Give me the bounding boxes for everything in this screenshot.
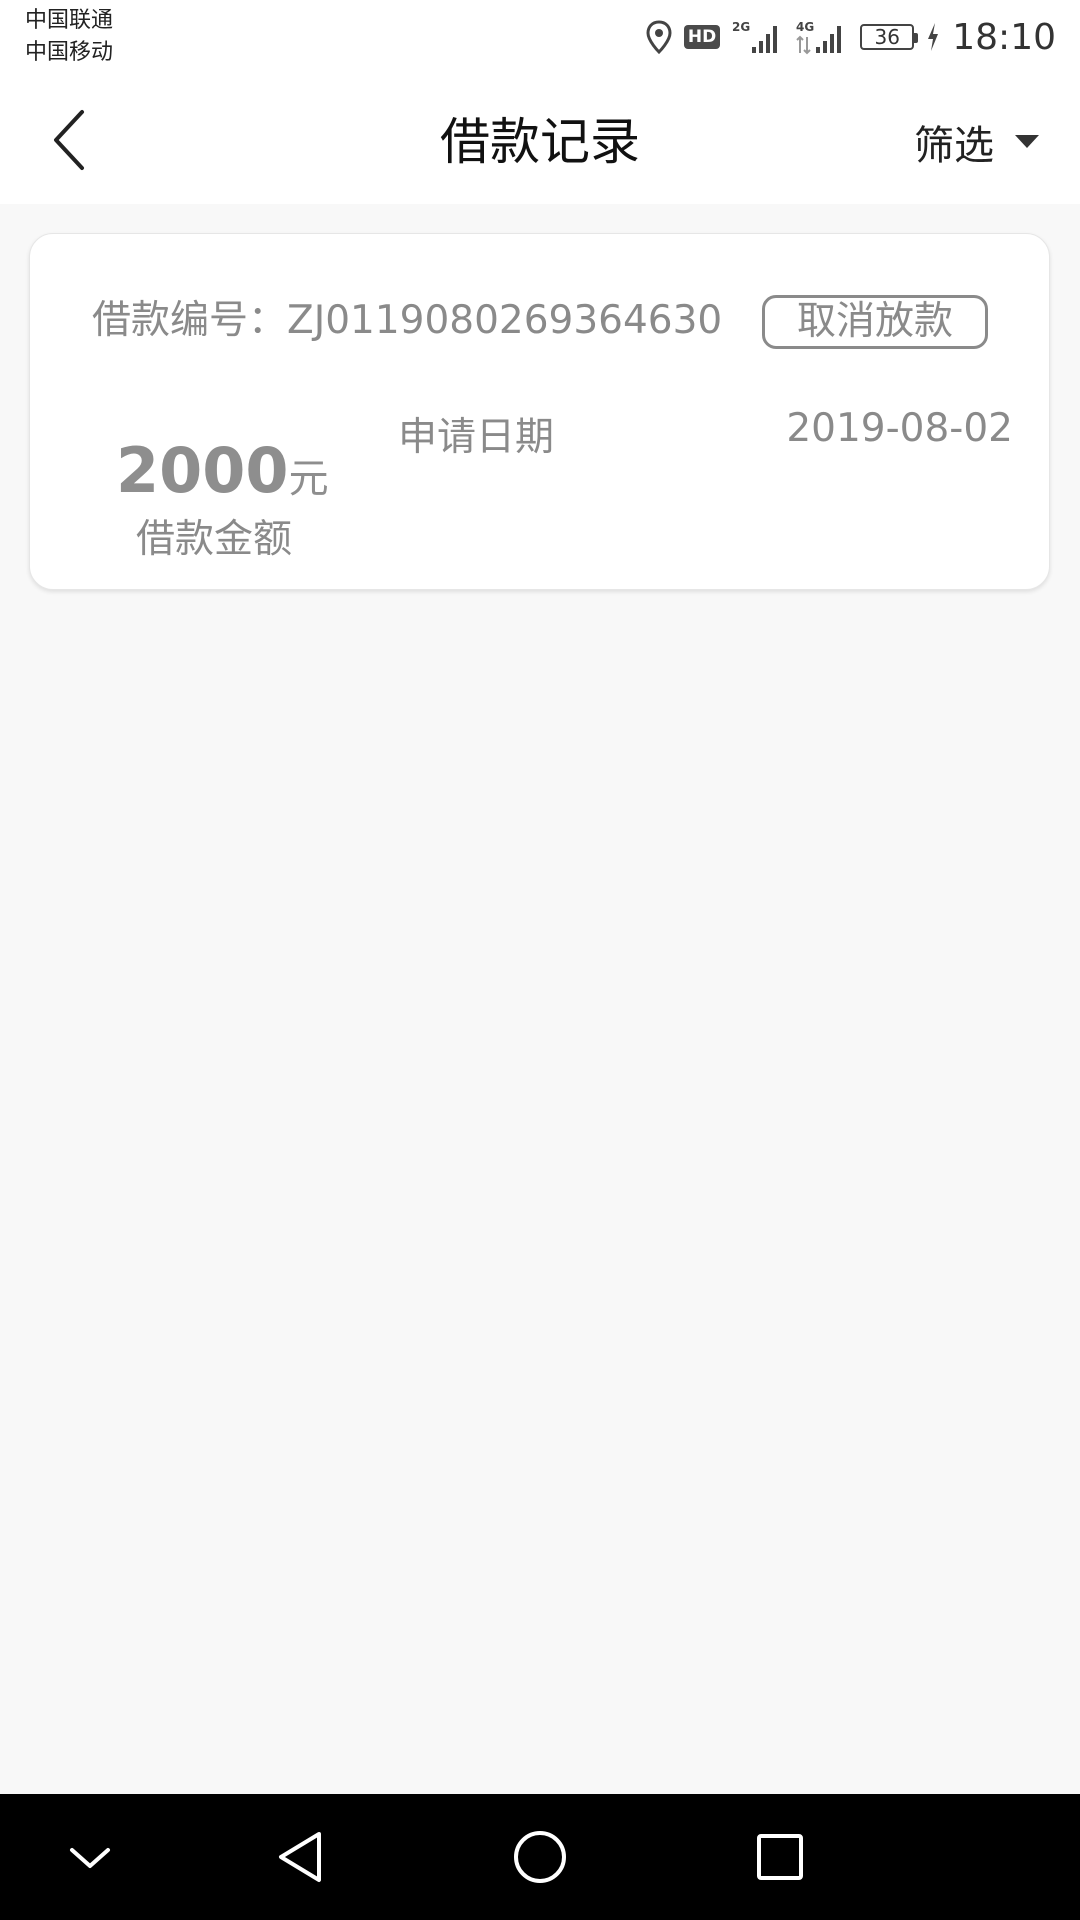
caret-down-icon	[1015, 135, 1039, 148]
system-nav-bar	[0, 1794, 1080, 1920]
signal-2g-icon: 2G	[732, 19, 784, 55]
system-recents-button[interactable]	[745, 1822, 815, 1892]
battery-icon: 36	[860, 24, 919, 50]
loan-amount-unit: 元	[288, 456, 329, 502]
net-type-4g: 4G	[796, 20, 814, 34]
system-home-button[interactable]	[505, 1822, 575, 1892]
loan-amount-value: 2000	[116, 434, 289, 507]
home-circle-icon	[514, 1831, 566, 1883]
collapse-nav-button[interactable]	[55, 1822, 125, 1892]
clock: 18:10	[952, 16, 1056, 58]
apply-date-value: 2019-08-02	[786, 406, 1013, 451]
status-icons: HD 2G 4G 36 18:10	[646, 12, 1056, 62]
loan-records-screen: 中国联通 中国移动 HD 2G 4G 36 18:10 借款记录 筛选 借款编号…	[0, 0, 1080, 1920]
filter-button[interactable]: 筛选	[914, 110, 1040, 174]
charging-icon	[926, 22, 940, 52]
hd-icon: HD	[683, 25, 721, 49]
filter-label: 筛选	[914, 123, 994, 169]
signal-4g-icon: 4G	[796, 19, 848, 55]
system-back-button[interactable]	[265, 1822, 335, 1892]
loan-number-label: 借款编号：	[92, 298, 288, 343]
apply-date-label: 申请日期	[398, 415, 555, 460]
back-triangle-icon	[279, 1832, 321, 1882]
battery-level: 36	[874, 25, 900, 49]
loan-number: 借款编号：ZJ0119080269364630	[92, 296, 722, 346]
carrier-2: 中国移动	[25, 40, 114, 65]
net-type-2g: 2G	[732, 20, 750, 34]
loan-amount-label: 借款金额	[136, 517, 293, 562]
recents-square-icon	[757, 1834, 803, 1880]
loan-record-card[interactable]: 借款编号：ZJ0119080269364630 取消放款 2000元 借款金额 …	[29, 233, 1050, 590]
loan-number-value: ZJ0119080269364630	[287, 298, 723, 343]
cancel-disbursement-button[interactable]: 取消放款	[762, 295, 988, 349]
loan-amount: 2000元	[116, 434, 329, 507]
header-bar: 借款记录 筛选	[0, 80, 1080, 204]
collapse-chevron-icon	[70, 1848, 110, 1868]
location-icon	[646, 20, 672, 54]
status-bar: 中国联通 中国移动 HD 2G 4G 36 18:10	[0, 0, 1080, 80]
carrier-1: 中国联通	[25, 8, 114, 33]
